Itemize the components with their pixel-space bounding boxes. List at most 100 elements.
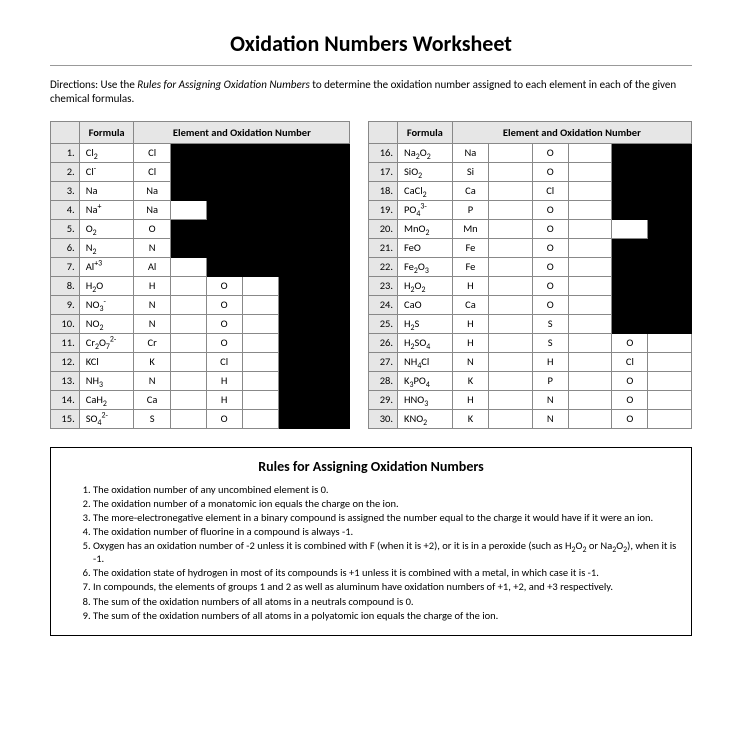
directions-prefix: Directions: Use the — [50, 78, 137, 91]
left-formula-header: Formula — [79, 121, 134, 143]
table-row: 17.SiO2SiO — [369, 162, 692, 181]
oxidation-cell — [568, 238, 611, 257]
oxidation-cell — [489, 371, 532, 390]
row-number: 29. — [369, 390, 398, 409]
element-cell — [206, 200, 242, 219]
element-cell: Cl — [206, 352, 242, 371]
oxidation-cell — [242, 390, 278, 409]
table-row: 3.NaNa — [51, 181, 350, 200]
oxidation-cell — [170, 181, 206, 200]
table-row: 19.PO43-PO — [369, 200, 692, 219]
element-cell: O — [532, 257, 568, 276]
element-cell — [206, 162, 242, 181]
formula-cell: CaCl2 — [397, 181, 452, 200]
oxidation-cell — [314, 162, 350, 181]
element-cell — [612, 143, 648, 162]
oxidation-cell — [489, 409, 532, 428]
table-row: 5.O2O — [51, 219, 350, 238]
right-elox-header: Element and Oxidation Number — [452, 121, 691, 143]
oxidation-cell — [568, 143, 611, 162]
oxidation-cell — [648, 276, 692, 295]
row-number: 6. — [51, 238, 80, 257]
formula-cell: NH4Cl — [397, 352, 452, 371]
oxidation-cell — [170, 200, 206, 219]
oxidation-cell — [242, 409, 278, 428]
element-cell: O — [612, 390, 648, 409]
element-cell — [278, 238, 314, 257]
rules-title: Rules for Assigning Oxidation Numbers — [65, 458, 677, 475]
formula-cell: HNO3 — [397, 390, 452, 409]
oxidation-cell — [314, 409, 350, 428]
oxidation-cell — [170, 409, 206, 428]
element-cell — [206, 143, 242, 162]
oxidation-cell — [170, 352, 206, 371]
element-cell: N — [532, 409, 568, 428]
oxidation-cell — [568, 390, 611, 409]
formula-cell: SO42- — [79, 409, 134, 428]
formula-cell: Al+3 — [79, 257, 134, 276]
row-number: 24. — [369, 295, 398, 314]
element-cell: Na — [452, 143, 488, 162]
element-cell: Ca — [452, 295, 488, 314]
oxidation-cell — [314, 314, 350, 333]
element-cell: Fe — [452, 238, 488, 257]
oxidation-cell — [648, 314, 692, 333]
element-cell: O — [206, 295, 242, 314]
element-cell: O — [532, 200, 568, 219]
oxidation-cell — [314, 276, 350, 295]
element-cell: P — [452, 200, 488, 219]
rule-item: The oxidation state of hydrogen in most … — [93, 566, 677, 579]
element-cell — [278, 371, 314, 390]
row-number: 18. — [369, 181, 398, 200]
oxidation-cell — [648, 352, 692, 371]
oxidation-cell — [568, 162, 611, 181]
row-number: 10. — [51, 314, 80, 333]
element-cell: O — [612, 409, 648, 428]
oxidation-cell — [242, 200, 278, 219]
rule-item: The oxidation number of a monatomic ion … — [93, 497, 677, 510]
element-cell — [278, 162, 314, 181]
element-cell — [278, 333, 314, 352]
table-row: 13.NH3NH — [51, 371, 350, 390]
oxidation-cell — [170, 314, 206, 333]
row-number: 15. — [51, 409, 80, 428]
row-number: 2. — [51, 162, 80, 181]
oxidation-cell — [314, 333, 350, 352]
row-number: 22. — [369, 257, 398, 276]
oxidation-cell — [489, 181, 532, 200]
row-number: 1. — [51, 143, 80, 162]
element-cell — [612, 162, 648, 181]
formula-cell: H2O2 — [397, 276, 452, 295]
table-row: 20.MnO2MnO — [369, 219, 692, 238]
table-row: 8.H2OHO — [51, 276, 350, 295]
row-number: 23. — [369, 276, 398, 295]
element-cell — [206, 181, 242, 200]
element-cell: N — [134, 314, 170, 333]
row-number: 13. — [51, 371, 80, 390]
formula-cell: Na2O2 — [397, 143, 452, 162]
oxidation-cell — [170, 333, 206, 352]
element-cell: O — [532, 295, 568, 314]
oxidation-cell — [170, 238, 206, 257]
formula-cell: N2 — [79, 238, 134, 257]
element-cell — [278, 200, 314, 219]
table-row: 11.Cr2O72-CrO — [51, 333, 350, 352]
formula-cell: Fe2O3 — [397, 257, 452, 276]
element-cell: O — [532, 162, 568, 181]
table-row: 16.Na2O2NaO — [369, 143, 692, 162]
oxidation-cell — [489, 219, 532, 238]
oxidation-cell — [648, 181, 692, 200]
oxidation-cell — [314, 219, 350, 238]
formula-cell: SiO2 — [397, 162, 452, 181]
oxidation-cell — [648, 390, 692, 409]
oxidation-cell — [568, 352, 611, 371]
oxidation-cell — [568, 181, 611, 200]
rule-item: The sum of the oxidation numbers of all … — [93, 609, 677, 622]
table-row: 12.KClKCl — [51, 352, 350, 371]
oxidation-cell — [314, 295, 350, 314]
rules-box: Rules for Assigning Oxidation Numbers Th… — [50, 447, 692, 636]
row-number: 7. — [51, 257, 80, 276]
oxidation-cell — [314, 257, 350, 276]
rule-item: Oxygen has an oxidation number of -2 unl… — [93, 539, 677, 565]
oxidation-cell — [170, 143, 206, 162]
